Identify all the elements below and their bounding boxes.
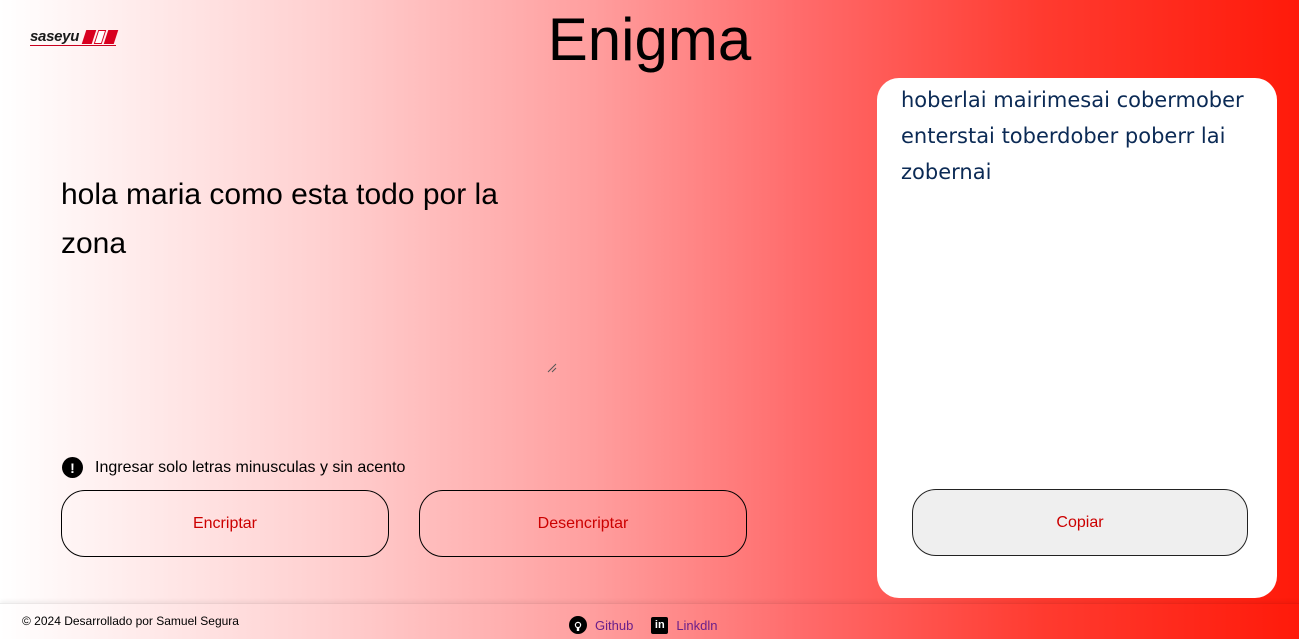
linkedin-link-label: Linkdln <box>676 617 718 633</box>
linkedin-link[interactable]: in Linkdln <box>651 616 718 634</box>
output-panel: hoberlai mairimesai cobermober enterstai… <box>877 78 1277 598</box>
output-text: hoberlai mairimesai cobermober enterstai… <box>901 88 1244 184</box>
page-title: Enigma <box>547 6 752 73</box>
warning-text: Ingresar solo letras minusculas y sin ac… <box>95 458 406 476</box>
resize-handle-icon[interactable] <box>547 363 557 373</box>
footer: © 2024 Desarrollado por Samuel Segura Gi… <box>0 603 1299 639</box>
input-warning: ! Ingresar solo letras minusculas y sin … <box>62 457 405 478</box>
encrypt-button[interactable]: Encriptar <box>61 490 389 557</box>
github-link-label: Github <box>595 617 634 633</box>
github-icon <box>569 616 587 634</box>
message-input[interactable]: hola maria como esta todo por la zona <box>61 170 556 372</box>
github-link[interactable]: Github <box>569 616 633 634</box>
copyright-text: © 2024 Desarrollado por Samuel Segura <box>22 614 239 628</box>
footer-links: Github in Linkdln <box>569 616 736 634</box>
decrypt-button[interactable]: Desencriptar <box>419 490 747 557</box>
exclamation-circle-icon: ! <box>62 457 83 478</box>
linkedin-icon: in <box>651 616 669 634</box>
copy-button[interactable]: Copiar <box>912 489 1248 556</box>
